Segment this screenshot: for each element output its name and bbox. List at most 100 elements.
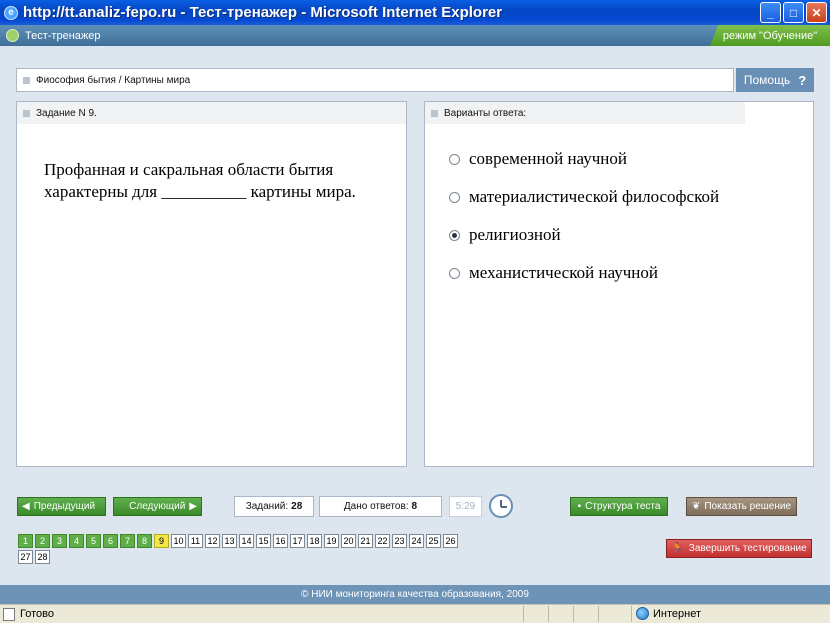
- breadcrumb: Фиософия бытия / Картины мира: [16, 68, 734, 92]
- prev-label: Предыдущий: [33, 501, 96, 512]
- tasks-count: 28: [291, 501, 303, 512]
- zone-label: Интернет: [653, 607, 701, 620]
- question-number-cell[interactable]: 28: [35, 550, 50, 564]
- task-number: Задание N 9.: [36, 107, 97, 119]
- question-number-cell[interactable]: 23: [392, 534, 407, 548]
- answer-option[interactable]: современной научной: [449, 148, 789, 170]
- question-number-cell[interactable]: 19: [324, 534, 339, 548]
- arrow-left-icon: ◀: [22, 501, 30, 512]
- mode-badge: режим "Обучение": [710, 25, 830, 46]
- bullet-square-icon: [23, 109, 30, 117]
- timer: 5:29: [449, 496, 482, 517]
- question-number-cell[interactable]: 1: [18, 534, 33, 548]
- answer-option[interactable]: материалистической философской: [449, 186, 789, 208]
- copyright-footer: © НИИ мониторинга качества образования, …: [0, 585, 830, 604]
- status-divider: [548, 606, 549, 622]
- question-grid: 1 2 3 4 5 6 7 8 9 10 11 12 13 14 15 16 17 18 19 20 21 22 23 24 2…: [18, 534, 463, 564]
- question-number-cell[interactable]: 26: [443, 534, 458, 548]
- test-structure-button[interactable]: ▪ Структура теста: [570, 497, 668, 516]
- globe-icon: [636, 607, 649, 620]
- answers-panel: Варианты ответа: современной научной мат…: [424, 101, 814, 467]
- question-number-cell[interactable]: 17: [290, 534, 305, 548]
- window-title: http://tt.analiz-fepo.ru - Тест-тренажер…: [23, 4, 503, 21]
- answer-list: современной научной материалистической ф…: [449, 148, 789, 300]
- answer-label: современной научной: [469, 149, 627, 168]
- prev-button[interactable]: ◀ Предыдущий: [17, 497, 106, 516]
- maximize-icon[interactable]: □: [783, 2, 804, 23]
- app-logo-icon: [6, 29, 19, 42]
- question-number-cell[interactable]: 16: [273, 534, 288, 548]
- book-icon: ❦: [691, 501, 701, 512]
- question-number-cell[interactable]: 18: [307, 534, 322, 548]
- status-divider: [631, 606, 632, 622]
- radio-button[interactable]: [449, 192, 460, 203]
- question-number-cell[interactable]: 24: [409, 534, 424, 548]
- question-number-cell[interactable]: 13: [222, 534, 237, 548]
- answered-label: Дано ответов:: [343, 501, 409, 512]
- close-icon[interactable]: ✕: [806, 2, 827, 23]
- status-divider: [573, 606, 574, 622]
- question-number-cell[interactable]: 3: [52, 534, 67, 548]
- question-number-cell[interactable]: 10: [171, 534, 186, 548]
- structure-label: Структура теста: [585, 501, 661, 512]
- status-bar: Готово Интернет: [0, 604, 830, 623]
- answers-heading-label: Варианты ответа:: [444, 107, 527, 119]
- minimize-icon[interactable]: _: [760, 2, 781, 23]
- answer-label: механистической научной: [469, 263, 659, 282]
- question-number-cell[interactable]: 20: [341, 534, 356, 548]
- question-number-cell[interactable]: 6: [103, 534, 118, 548]
- clock-icon: [489, 494, 513, 518]
- window-controls: _ □ ✕: [760, 2, 827, 23]
- task-panel: Задание N 9. Профанная и сакральная обла…: [16, 101, 407, 467]
- show-solution-button[interactable]: ❦ Показать решение: [686, 497, 797, 516]
- question-mark-icon: ?: [798, 72, 807, 88]
- status-text: Готово: [20, 608, 54, 620]
- question-number-cell[interactable]: 25: [426, 534, 441, 548]
- answer-option[interactable]: механистической научной: [449, 262, 789, 284]
- breadcrumb-text: Фиософия бытия / Картины мира: [36, 74, 191, 86]
- question-number-cell[interactable]: 11: [188, 534, 203, 548]
- next-button[interactable]: Следующий ▶: [113, 497, 202, 516]
- bullet-square-icon: [23, 76, 30, 84]
- tasks-counter: Заданий: 28: [234, 496, 314, 517]
- question-number-cell[interactable]: 21: [358, 534, 373, 548]
- finish-label: Завершить тестирование: [688, 543, 807, 554]
- runner-icon: 🏃: [671, 543, 684, 554]
- question-number-cell[interactable]: 4: [69, 534, 84, 548]
- bullet-square-icon: [431, 109, 438, 117]
- question-number-cell[interactable]: 7: [120, 534, 135, 548]
- radio-button[interactable]: [449, 154, 460, 165]
- answered-count: 8: [411, 501, 418, 512]
- arrow-right-icon: ▶: [189, 501, 197, 512]
- status-divider: [598, 606, 599, 622]
- tasks-label: Заданий:: [245, 501, 289, 512]
- question-number-cell[interactable]: 5: [86, 534, 101, 548]
- radio-button[interactable]: [449, 230, 460, 241]
- answer-option[interactable]: религиозной: [449, 224, 789, 246]
- next-label: Следующий: [129, 501, 186, 512]
- structure-icon: ▪: [577, 501, 582, 512]
- page-icon: [3, 607, 15, 621]
- help-label: Помощь: [743, 73, 791, 87]
- task-heading: Задание N 9.: [17, 102, 406, 124]
- status-divider: [523, 606, 524, 622]
- question-number-cell[interactable]: 15: [256, 534, 271, 548]
- question-number-cell[interactable]: 12: [205, 534, 220, 548]
- app-header: Тест-тренажер режим "Обучение": [0, 25, 830, 46]
- question-number-cell[interactable]: 27: [18, 550, 33, 564]
- question-number-cell[interactable]: 22: [375, 534, 390, 548]
- question-text: Профанная и сакральная области бытия хар…: [44, 160, 356, 201]
- answer-label: материалистической философской: [469, 187, 720, 206]
- finish-test-button[interactable]: 🏃 Завершить тестирование: [666, 539, 812, 558]
- window-titlebar: e http://tt.analiz-fepo.ru - Тест-тренаж…: [0, 0, 830, 25]
- question-number-cell[interactable]: 8: [137, 534, 152, 548]
- help-button[interactable]: Помощь ?: [736, 68, 814, 92]
- radio-button[interactable]: [449, 268, 460, 279]
- app-title: Тест-тренажер: [25, 29, 101, 42]
- question-number-cell[interactable]: 9: [154, 534, 169, 548]
- answer-label: религиозной: [469, 225, 561, 244]
- question-number-cell[interactable]: 14: [239, 534, 254, 548]
- question-number-cell[interactable]: 2: [35, 534, 50, 548]
- answered-counter: Дано ответов: 8: [319, 496, 442, 517]
- show-solution-label: Показать решение: [704, 501, 792, 512]
